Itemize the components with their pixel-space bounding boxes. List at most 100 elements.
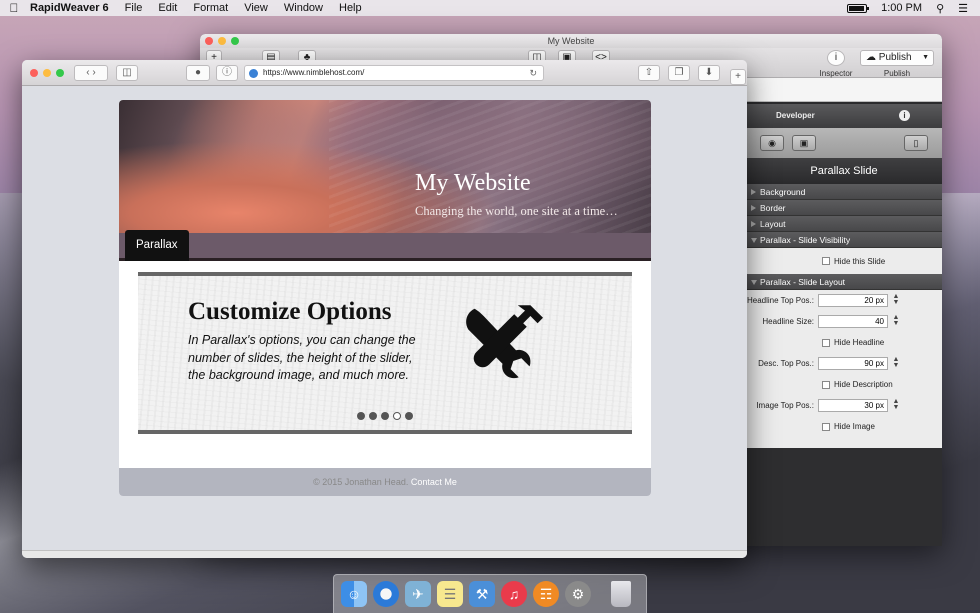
trash-icon[interactable] [611, 581, 631, 607]
inspector-icon[interactable]: i [827, 50, 845, 66]
preview-icon[interactable]: ✈ [405, 581, 431, 607]
headline-top-input[interactable] [818, 294, 888, 307]
spotlight-icon[interactable]: ⚲ [936, 2, 944, 15]
image-top-row: Image Top Pos.: ▲▼ [746, 395, 942, 416]
address-bar[interactable]: https://www.nimblehost.com/ ↻ [244, 65, 544, 81]
apple-menu-icon[interactable]:  [0, 1, 28, 15]
info-icon[interactable]: i [899, 110, 910, 121]
rw-close-button[interactable] [205, 37, 213, 45]
dock: ☺ ✈ ☰ ⚒ ♫ ☶ ⚙ [333, 574, 647, 613]
url-text: https://www.nimblehost.com/ [263, 68, 365, 77]
menu-window[interactable]: Window [276, 2, 331, 14]
menu-format[interactable]: Format [185, 2, 236, 14]
hide-slide-checkbox[interactable] [822, 257, 830, 265]
rw-titlebar: My Website [200, 34, 942, 48]
browser-close-button[interactable] [30, 69, 38, 77]
browser-minimize-button[interactable] [43, 69, 51, 77]
inspector-panel: Developer i ◉ ▣ ▯ Parallax Slide Backgro… [746, 104, 942, 546]
desc-top-stepper[interactable]: ▲ ▼ [892, 356, 900, 370]
publish-button[interactable]: ☁ Publish ▼ [860, 50, 934, 66]
app-menu[interactable]: RapidWeaver 6 [28, 2, 117, 14]
developer-label: Developer [776, 111, 815, 120]
new-tab-button[interactable]: + [730, 69, 746, 85]
slide-dot-3[interactable] [381, 412, 389, 420]
browser-zoom-button[interactable] [56, 69, 64, 77]
hide-slide-row: Hide this Slide [746, 248, 942, 274]
image-top-label: Image Top Pos.: [756, 401, 814, 410]
menu-file[interactable]: File [117, 2, 151, 14]
hide-image-row: Hide Image [746, 416, 942, 437]
headline-size-stepper[interactable]: ▲ ▼ [892, 314, 900, 328]
section-layout[interactable]: Layout [746, 216, 942, 232]
slide-dot-5[interactable] [405, 412, 413, 420]
tab-visibility-icon[interactable]: ◉ [760, 135, 784, 151]
hide-image-checkbox[interactable] [822, 422, 830, 431]
image-top-stepper[interactable]: ▲ ▼ [892, 398, 900, 412]
hide-headline-label: Hide Headline [834, 338, 885, 347]
back-forward-buttons[interactable]: ‹ › [74, 65, 108, 81]
extension-icon[interactable]: ● [186, 65, 210, 81]
menu-edit[interactable]: Edit [150, 2, 185, 14]
downloads-icon[interactable]: ⬇ [698, 65, 720, 81]
desc-top-input[interactable] [818, 357, 888, 370]
clock[interactable]: 1:00 PM [881, 2, 922, 14]
headline-size-input[interactable] [818, 315, 888, 328]
footer-copyright: © 2015 Jonathan Head. [313, 477, 409, 487]
browser-toolbar: ‹ › ◫ ● ⓘ https://www.nimblehost.com/ ↻ … [22, 60, 747, 86]
tab-lock-icon[interactable]: ▣ [792, 135, 816, 151]
site-slogan: Changing the world, one site at a time… [415, 204, 618, 218]
section-slide-layout[interactable]: Parallax - Slide Layout [746, 274, 942, 290]
hide-description-label: Hide Description [834, 380, 893, 389]
system-preferences-icon[interactable]: ⚙ [565, 581, 591, 607]
privacy-icon[interactable]: ⓘ [216, 65, 238, 81]
rw-minimize-button[interactable] [218, 37, 226, 45]
reload-icon[interactable]: ↻ [529, 66, 537, 80]
xcode-icon[interactable]: ⚒ [469, 581, 495, 607]
hide-description-row: Hide Description [746, 374, 942, 395]
tabs-icon[interactable]: ❐ [668, 65, 690, 81]
hide-description-checkbox[interactable] [822, 380, 830, 389]
rw-zoom-button[interactable] [231, 37, 239, 45]
publish-button-label: Publish [878, 52, 912, 63]
browser-window: ‹ › ◫ ● ⓘ https://www.nimblehost.com/ ↻ … [22, 60, 747, 558]
notes-icon[interactable]: ☰ [437, 581, 463, 607]
sidebar-icon[interactable]: ◫ [116, 65, 138, 81]
headline-size-row: Headline Size: ▲▼ [746, 311, 942, 332]
tab-package-icon[interactable]: ▯ [904, 135, 928, 151]
nav-item-parallax[interactable]: Parallax [125, 230, 189, 261]
battery-icon[interactable] [847, 3, 870, 13]
hide-headline-row: Hide Headline [746, 332, 942, 353]
hide-image-label: Hide Image [834, 422, 875, 431]
section-slide-visibility[interactable]: Parallax - Slide Visibility [746, 232, 942, 248]
ibooks-icon[interactable]: ☶ [533, 581, 559, 607]
menu-help[interactable]: Help [331, 2, 370, 14]
inspector-empty-area [746, 448, 942, 546]
slide-dot-2[interactable] [369, 412, 377, 420]
inspector-tabs: ◉ ▣ ▯ [746, 128, 942, 158]
slide-dot-4[interactable] [393, 412, 401, 420]
inspector-header: Developer i [746, 104, 942, 128]
site-title[interactable]: My Website [415, 170, 531, 197]
notification-center-icon[interactable]: ☰ [958, 2, 968, 15]
section-border[interactable]: Border [746, 200, 942, 216]
menu-bar:  RapidWeaver 6 File Edit Format View Wi… [0, 0, 980, 16]
menu-view[interactable]: View [236, 2, 276, 14]
inspector-label: Inspector [819, 69, 853, 78]
safari-icon[interactable] [373, 581, 399, 607]
hide-headline-checkbox[interactable] [822, 338, 830, 347]
headline-top-row: Headline Top Pos.: ▲▼ [746, 290, 942, 311]
finder-icon[interactable]: ☺ [341, 581, 367, 607]
section-background[interactable]: Background [746, 184, 942, 200]
itunes-icon[interactable]: ♫ [501, 581, 527, 607]
headline-top-stepper[interactable]: ▲ ▼ [892, 293, 900, 307]
slide-dot-1[interactable] [357, 412, 365, 420]
share-icon[interactable]: ⇧ [638, 65, 660, 81]
desc-top-label: Desc. Top Pos.: [758, 359, 814, 368]
headline-size-label: Headline Size: [762, 317, 814, 326]
image-top-input[interactable] [818, 399, 888, 412]
hide-slide-label: Hide this Slide [834, 256, 886, 266]
contact-link[interactable]: Contact Me [411, 477, 457, 487]
website-page: My Website Changing the world, one site … [119, 100, 651, 496]
rw-window-title: My Website [547, 36, 595, 46]
tools-icon [466, 305, 543, 379]
